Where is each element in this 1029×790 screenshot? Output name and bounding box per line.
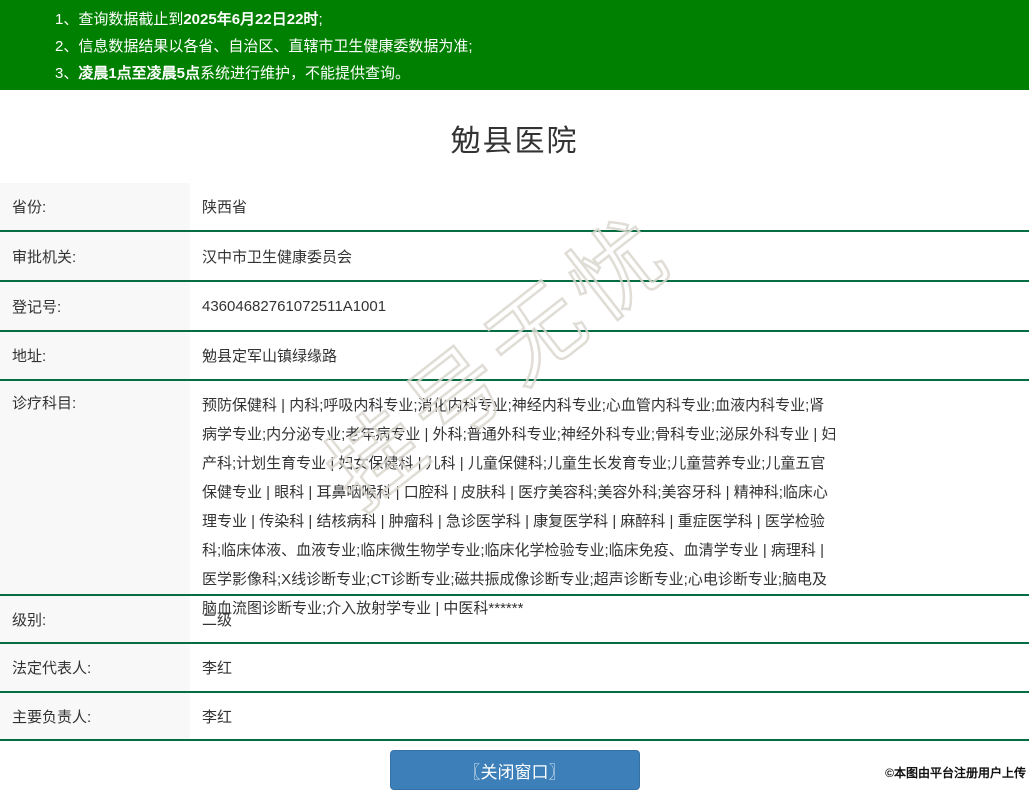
table-row-approval-authority: 审批机关: 汉中市卫生健康委员会 xyxy=(0,232,1029,282)
table-row-province: 省份: 陕西省 xyxy=(0,183,1029,232)
field-label-legal-representative: 法定代表人: xyxy=(0,644,190,691)
field-value-registration-number: 43604682761072511A1001 xyxy=(202,297,387,315)
table-row-address: 地址: 勉县定军山镇绿缘路 xyxy=(0,332,1029,381)
notice-item-2: 2、信息数据结果以各省、自治区、直辖市卫生健康委数据为准; xyxy=(55,33,1029,60)
field-label-medical-subjects: 诊疗科目: xyxy=(0,381,190,594)
hospital-info-table: 省份: 陕西省 审批机关: 汉中市卫生健康委员会 登记号: 4360468276… xyxy=(0,183,1029,741)
notice-1-bold-date: 2025年6月22日22时 xyxy=(183,11,319,28)
notice-banner: 1、查询数据截止到2025年6月22日22时; 2、信息数据结果以各省、自治区、… xyxy=(0,0,1029,90)
notice-3-text: 3、 xyxy=(55,65,79,82)
button-area: 〖关闭窗口〗 xyxy=(0,750,1029,790)
title-area: 勉县医院 xyxy=(0,90,1029,183)
field-label-approval-authority: 审批机关: xyxy=(0,232,190,280)
field-value-medical-subjects: 预防保健科 | 内科;呼吸内科专业;消化内科专业;神经内科专业;心血管内科专业;… xyxy=(202,397,837,617)
notice-item-3: 3、凌晨1点至凌晨5点系统进行维护，不能提供查询。 xyxy=(55,60,1029,87)
field-label-province: 省份: xyxy=(0,183,190,230)
field-value-level: 二级 xyxy=(202,611,233,629)
field-value-main-person-in-charge: 李红 xyxy=(202,708,233,726)
field-label-address: 地址: xyxy=(0,332,190,379)
table-row-medical-subjects: 诊疗科目: 预防保健科 | 内科;呼吸内科专业;消化内科专业;神经内科专业;心血… xyxy=(0,381,1029,617)
table-row-registration-number: 登记号: 43604682761072511A1001 xyxy=(0,282,1029,332)
field-value-approval-authority: 汉中市卫生健康委员会 xyxy=(202,248,353,266)
table-row-legal-representative: 法定代表人: 李红 xyxy=(0,644,1029,693)
field-label-registration-number: 登记号: xyxy=(0,282,190,330)
field-value-address: 勉县定军山镇绿缘路 xyxy=(202,348,338,365)
field-label-main-person-in-charge: 主要负责人: xyxy=(0,693,190,739)
close-window-button[interactable]: 〖关闭窗口〗 xyxy=(389,750,640,790)
field-value-province: 陕西省 xyxy=(202,199,248,216)
notice-item-1: 1、查询数据截止到2025年6月22日22时; xyxy=(55,6,1029,33)
notice-3-tail: 系统进行维护，不能提供查询。 xyxy=(200,65,411,82)
field-label-level: 级别: xyxy=(0,596,190,642)
table-row-main-person-in-charge: 主要负责人: 李红 xyxy=(0,693,1029,741)
copyright-note: ©本图由平台注册用户上传 xyxy=(885,766,1026,780)
notice-1-tail: ; xyxy=(318,11,323,28)
notice-2-text: 2、信息数据结果以各省、自治区、直辖市卫生健康委数据为准; xyxy=(55,38,473,55)
page-title: 勉县医院 xyxy=(450,125,579,158)
field-value-legal-representative: 李红 xyxy=(202,660,233,677)
notice-1-text: 1、查询数据截止到 xyxy=(55,11,184,28)
notice-3-bold-time: 凌晨1点至凌晨5点 xyxy=(78,65,201,82)
